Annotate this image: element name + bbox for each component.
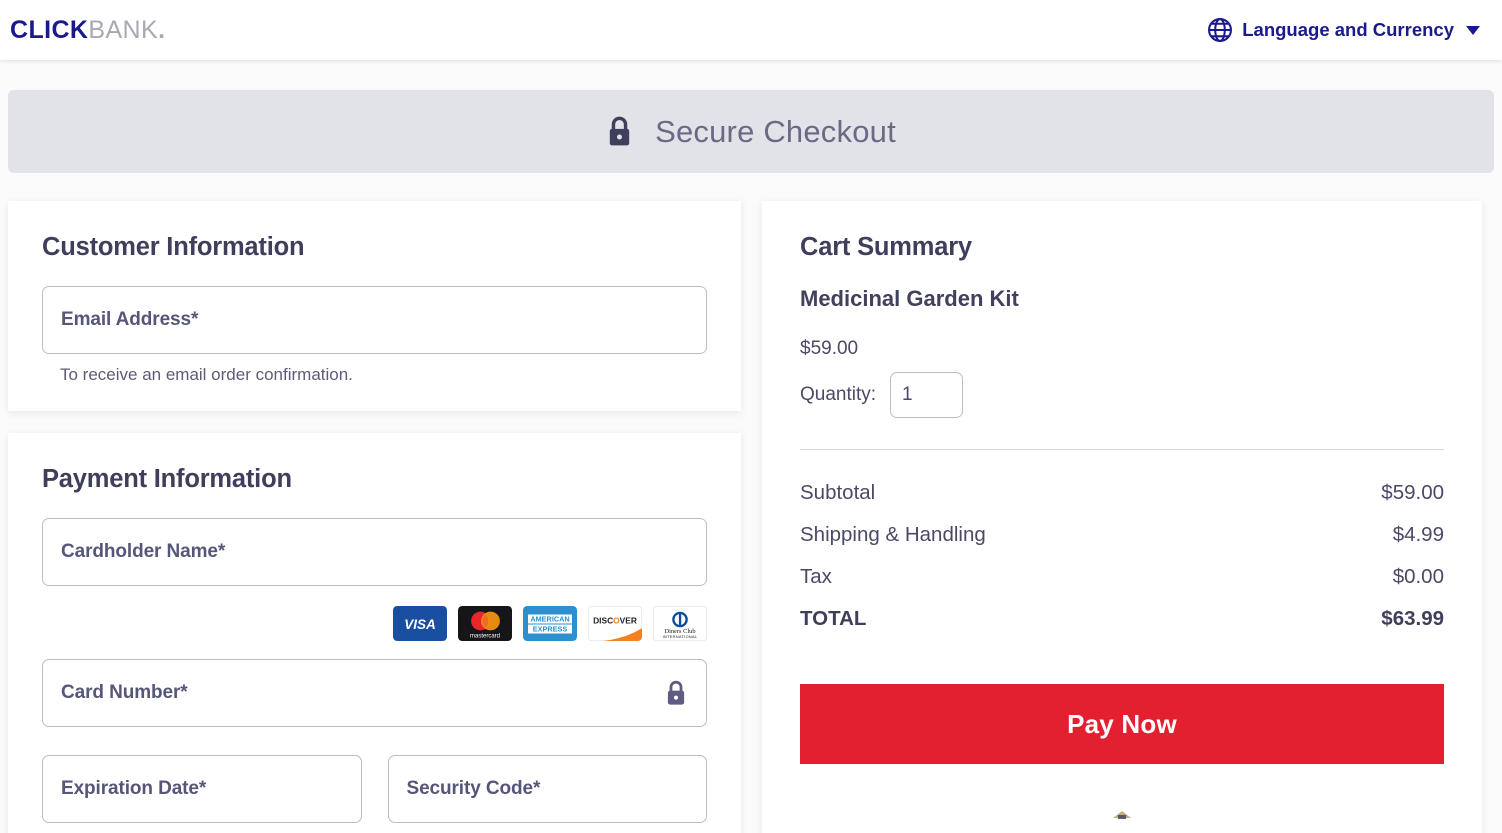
cart-divider [800,449,1444,450]
visa-card-logo: VISA [393,606,447,641]
chevron-down-icon [1466,25,1480,35]
card-number-label: Card Number* [61,682,188,703]
secure-checkout-title: Secure Checkout [655,113,896,149]
svg-text:EXPRESS: EXPRESS [533,625,568,634]
subtotal-value: $59.00 [1381,481,1444,504]
cart-summary-panel: Cart Summary Medicinal Garden Kit $59.00… [762,201,1482,833]
svg-text:mastercard: mastercard [470,633,500,639]
cardholder-name-label: Cardholder Name* [61,541,226,562]
subtotal-row: Subtotal $59.00 [800,472,1444,514]
product-name: Medicinal Garden Kit [800,286,1019,311]
mastercard-card-logo: mastercard [458,606,512,641]
email-helper-text: To receive an email order confirmation. [60,365,353,384]
shipping-row: Shipping & Handling $4.99 [800,514,1444,556]
clickbank-logo: CLICK BANK . [10,16,165,45]
secure-checkout-banner: Secure Checkout [8,90,1494,173]
trust-badge [800,802,1444,822]
svg-text:VISA: VISA [404,617,436,632]
logo-text-bank: BANK [88,15,159,44]
customer-information-panel: Customer Information Email Address* To r… [8,201,741,411]
card-details-row: Expiration Date* Security Code* [42,755,707,823]
expiration-date-label: Expiration Date* [61,778,207,799]
cardholder-name-field[interactable]: Cardholder Name* [42,518,707,586]
total-label: TOTAL [800,607,867,630]
accepted-card-logos: VISA mastercard AMERICAN EXPRESS DISCOVE… [42,606,707,641]
site-header: CLICK BANK . Language and Currency [0,0,1502,60]
logo-text-click: CLICK [10,15,89,44]
email-address-field[interactable]: Email Address* [42,286,707,354]
checkout-form-column: Customer Information Email Address* To r… [8,201,741,833]
amex-card-logo: AMERICAN EXPRESS [523,606,577,641]
trust-badge-icon [1113,811,1131,819]
quantity-label: Quantity: [800,384,877,405]
logo-dot: . [158,15,166,44]
cart-summary-title: Cart Summary [800,233,972,261]
payment-information-title: Payment Information [42,465,292,493]
diners-club-card-logo: Diners Club INTERNATIONAL [653,606,707,641]
subtotal-label: Subtotal [800,481,876,504]
checkout-main: Customer Information Email Address* To r… [0,173,1502,833]
tax-row: Tax $0.00 [800,556,1444,598]
shipping-label: Shipping & Handling [800,523,986,546]
product-price: $59.00 [800,338,859,359]
language-and-currency-selector[interactable]: Language and Currency [1207,17,1480,43]
lock-icon [664,679,688,708]
secure-checkout-banner-wrap: Secure Checkout [0,60,1502,173]
globe-icon [1207,17,1233,43]
cart-summary-column: Cart Summary Medicinal Garden Kit $59.00… [762,201,1482,833]
expiration-date-field[interactable]: Expiration Date* [42,755,362,823]
tax-label: Tax [800,565,832,588]
lock-icon [606,115,633,148]
svg-text:DISCOVER: DISCOVER [593,616,637,626]
security-code-label: Security Code* [406,778,541,799]
card-number-field[interactable]: Card Number* [42,659,707,727]
shipping-value: $4.99 [1392,523,1444,546]
language-and-currency-label: Language and Currency [1242,19,1454,40]
discover-card-logo: DISCOVER [588,606,642,641]
customer-information-title: Customer Information [42,233,305,261]
payment-information-panel: Payment Information Cardholder Name* VIS… [8,433,741,833]
quantity-row: Quantity: 1 [800,372,1444,418]
tax-value: $0.00 [1392,565,1444,588]
quantity-input[interactable]: 1 [890,372,964,418]
total-row: TOTAL $63.99 [800,598,1444,640]
email-address-label: Email Address* [61,309,199,330]
svg-text:INTERNATIONAL: INTERNATIONAL [663,634,698,639]
pay-now-button[interactable]: Pay Now [800,684,1444,764]
total-value: $63.99 [1381,607,1444,630]
security-code-field[interactable]: Security Code* [387,755,707,823]
svg-text:AMERICAN: AMERICAN [530,615,569,624]
